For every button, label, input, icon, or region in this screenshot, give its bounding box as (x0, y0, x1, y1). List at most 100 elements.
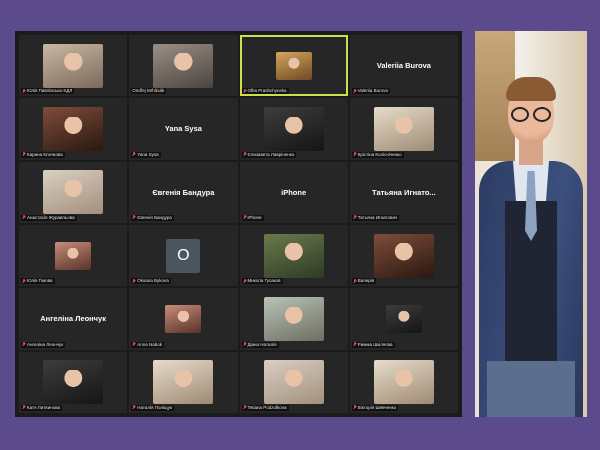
participant-video (373, 233, 434, 278)
participant-display-name: Євгенія Бандура (152, 187, 215, 197)
participant-tile[interactable]: Анастасія Журавльова (19, 161, 128, 223)
participant-video (263, 233, 324, 278)
mic-muted-icon (132, 152, 136, 157)
participant-name-label: Юлія Гімова (21, 278, 55, 285)
participant-name-label: Римма Шкіляєва (351, 341, 395, 348)
participant-tile[interactable]: Євгенія Бандура Євгенія Бандура (129, 161, 238, 223)
participant-name-text: Наталія Поліщук (137, 404, 172, 410)
participant-name-text: Крістіна Колісніченко (357, 151, 402, 157)
participant-video (153, 43, 214, 88)
mic-muted-icon (22, 215, 26, 220)
participant-name-text: Римма Шкіляєва (357, 341, 393, 347)
participant-video (43, 106, 104, 151)
participant-display-name: Yana Sysa (164, 124, 202, 134)
mic-muted-icon (22, 88, 26, 94)
participant-name-label: Ангеліна Леончук (21, 341, 66, 348)
participant-video (263, 106, 324, 151)
participant-name-text: Катя Литвинова (27, 404, 61, 410)
participant-name-text: Вікторія Шевченко (357, 404, 397, 410)
participant-tile[interactable]: Єлизавета Лавріненко (239, 98, 348, 160)
participant-video (55, 241, 92, 270)
participant-tile[interactable]: Юлія Гімова (19, 224, 128, 287)
participant-display-name: iPhone (281, 187, 307, 197)
participant-name-text: Anna Nabok (137, 341, 163, 347)
participant-tile[interactable]: Карина Клочкова (19, 98, 128, 160)
participant-name-label: Ondřej Mrhůsák (131, 88, 167, 95)
participant-tile[interactable]: Ангеліна Леончук Ангеліна Леончук (19, 288, 128, 350)
participant-tile[interactable]: Ondřej Mrhůsák (129, 35, 238, 97)
participant-name-label: Крістіна Колісніченко (351, 151, 404, 158)
participant-name-label: Tetiana Podzolkova (241, 404, 289, 411)
zoom-gallery-window: Юлія Павлівська-ХДЛ Ondřej Mrhůsák Olha Pr… (15, 31, 462, 417)
mic-muted-icon (22, 152, 26, 157)
participant-tile[interactable]: Вікторія Шевченко (349, 351, 458, 413)
participant-name-text: Діана Наталія (247, 341, 277, 347)
participant-video (43, 360, 104, 405)
mic-muted-icon (243, 342, 247, 347)
hair (506, 77, 556, 101)
participant-name-text: Tetiana Podzolkova (247, 404, 287, 410)
mic-muted-icon (353, 342, 357, 347)
participant-name-text: iPhone (247, 214, 262, 220)
participant-tile[interactable]: Татьяна Игнато... Татьяна Игнатович (349, 161, 458, 223)
participant-name-label: Анастасія Журавльова (21, 214, 77, 221)
participant-grid: Юлія Павлівська-ХДЛ Ondřej Mrhůsák Olha Pr… (19, 35, 458, 413)
mic-muted-icon (22, 278, 26, 284)
participant-name-text: Татьяна Игнатович (357, 214, 398, 220)
participant-name-label: Oksana Bykova (131, 278, 171, 285)
participant-name-label: Olha Prashchynska (241, 88, 289, 95)
jeans (487, 361, 575, 417)
participant-name-text: Євгенія Бандура (137, 214, 172, 220)
participant-video (263, 360, 324, 405)
participant-tile[interactable]: Наталія Поліщук (129, 351, 238, 413)
participant-name-label: Катя Литвинова (21, 404, 63, 411)
mic-muted-icon (353, 405, 357, 410)
participant-name-label: Діана Наталія (241, 341, 279, 348)
participant-name-text: Єлизавета Лавріненко (247, 151, 295, 157)
mic-muted-icon (243, 215, 247, 220)
participant-name-text: Юлія Павлівська-ХДЛ (27, 88, 73, 94)
mic-muted-icon (132, 405, 136, 410)
participant-name-label: Карина Клочкова (21, 151, 65, 158)
participant-name-text: Ангеліна Леончук (27, 341, 64, 347)
participant-name-text: Valeriia Burova (357, 88, 388, 94)
participant-tile[interactable]: Римма Шкіляєва (349, 288, 458, 350)
participant-video (275, 51, 312, 80)
participant-name-label: Валерія (351, 278, 377, 285)
mic-muted-icon (132, 342, 136, 347)
participant-tile[interactable]: Tetiana Podzolkova (239, 351, 348, 413)
mic-muted-icon (353, 215, 357, 220)
mic-muted-icon (353, 88, 357, 94)
participant-name-label: Yana Sysa (131, 151, 161, 158)
participant-video (373, 106, 434, 151)
glasses (511, 107, 551, 122)
participant-name-text: Oksana Bykova (137, 278, 169, 284)
participant-tile[interactable]: Yana Sysa Yana Sysa (129, 98, 238, 160)
participant-tile[interactable]: Микола Гусаков (239, 224, 348, 287)
participant-name-label: Valeriia Burova (351, 88, 390, 95)
participant-name-label: iPhone (241, 214, 264, 221)
participant-tile[interactable]: iPhone iPhone (239, 161, 348, 223)
participant-name-label: Вікторія Шевченко (351, 404, 399, 411)
participant-tile[interactable]: Діана Наталія (239, 288, 348, 350)
mic-muted-icon (353, 278, 357, 284)
participant-tile[interactable]: Крістіна Колісніченко (349, 98, 458, 160)
participant-name-label: Євгенія Бандура (131, 214, 174, 221)
participant-video (385, 304, 422, 333)
participant-name-label: Юлія Павлівська-ХДЛ (21, 88, 75, 95)
participant-tile[interactable]: Юлія Павлівська-ХДЛ (19, 35, 128, 97)
participant-tile[interactable]: Anna Nabok (129, 288, 238, 350)
participant-tile[interactable]: Валерія (349, 224, 458, 287)
participant-display-name: Ангеліна Леончук (40, 314, 106, 324)
participant-tile[interactable]: Olha Prashchynska (239, 35, 348, 97)
mic-muted-icon (243, 278, 247, 284)
participant-tile[interactable]: Valeriia Burova Valeriia Burova (349, 35, 458, 97)
participant-tile[interactable]: Катя Литвинова (19, 351, 128, 413)
participant-avatar: O (166, 238, 201, 273)
participant-tile[interactable]: O Oksana Bykova (129, 224, 238, 287)
participant-display-name: Valeriia Burova (376, 61, 431, 71)
mic-muted-icon (132, 278, 136, 284)
mic-muted-icon (132, 215, 136, 220)
participant-name-label: Наталія Поліщук (131, 404, 174, 411)
mic-muted-icon (22, 342, 26, 347)
